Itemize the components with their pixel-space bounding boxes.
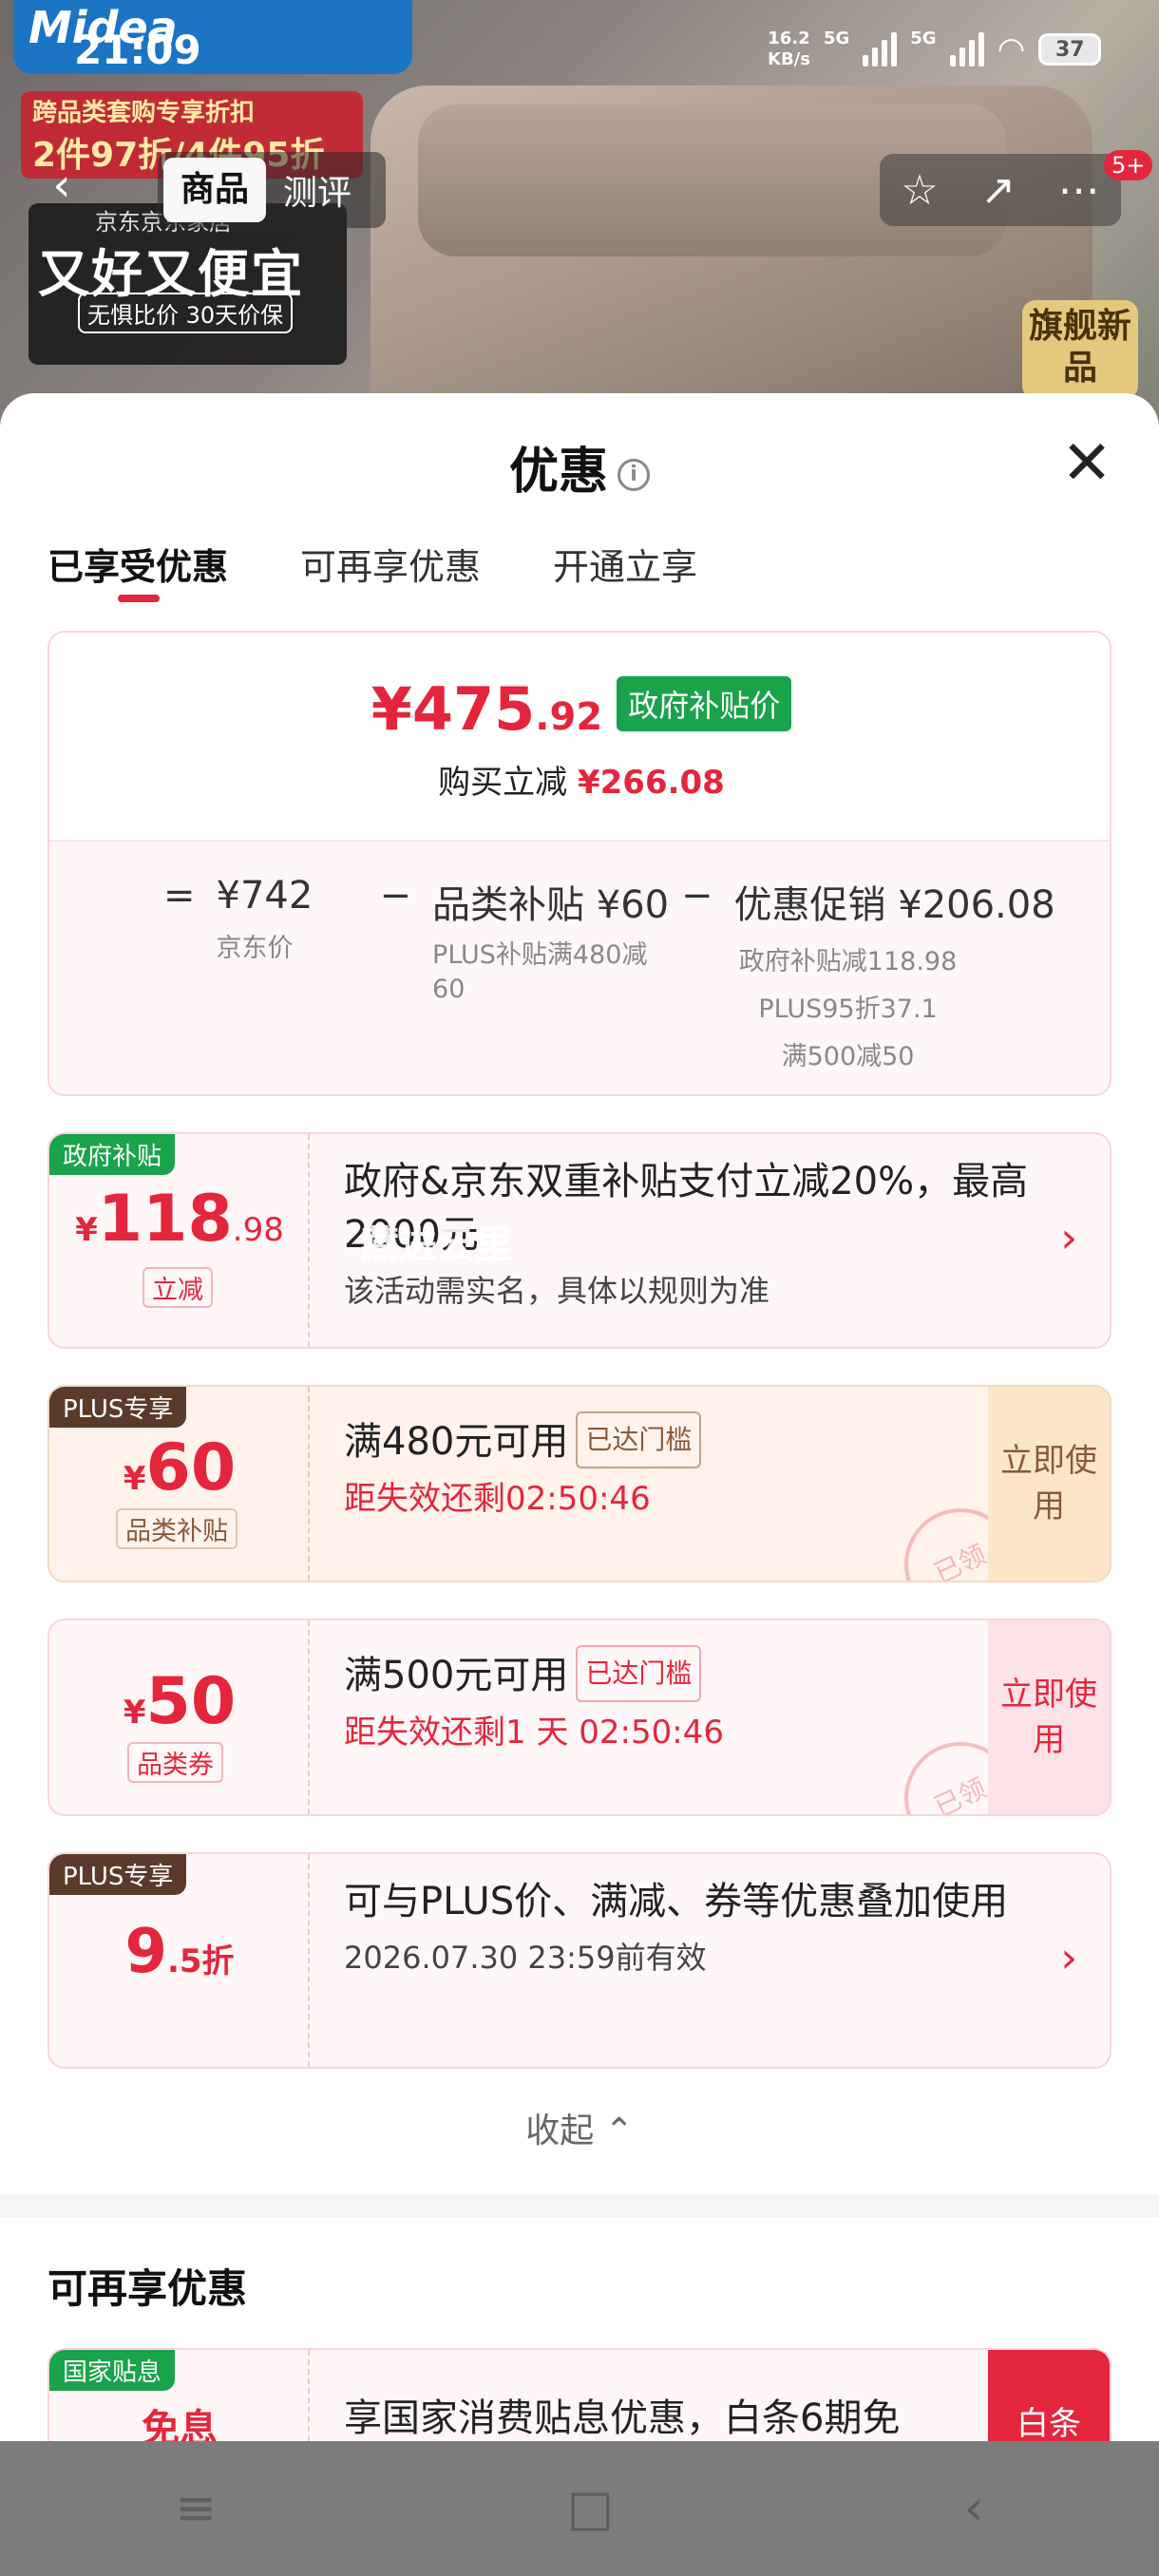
promo-line-1: 跨品类套购专享折扣 (32, 99, 256, 127)
discount-sheet: 优惠 i ✕ 已享受优惠 可再享优惠 开通立享 ¥475.92 政府补贴价 购买立… (0, 393, 1159, 2576)
coupon-left: PLUS专享 ¥60 品类补贴 (49, 1387, 310, 1581)
coupon-type-label: 品类券 (127, 1742, 223, 1783)
nav-actions: ☆ ↗ ⋯ (880, 154, 1121, 226)
category-subsidy-desc: PLUS补贴满480减60 (432, 940, 648, 1004)
coupon-tag: PLUS专享 (49, 1854, 187, 1895)
chevron-right-icon[interactable]: › (1060, 1934, 1077, 1982)
tab-more-available[interactable]: 可再享优惠 (300, 538, 481, 590)
coupon-type-label: 品类补贴 (116, 1508, 238, 1549)
promotion-desc-full: 满500减50 (781, 1042, 915, 1071)
product-nav-tabs: 商品 测评 (158, 152, 386, 228)
coupon-gov-subsidy[interactable]: 政府补贴 ¥118.98 立减 政府&京东双重补贴支付立减20%，最高2000元… (48, 1132, 1112, 1349)
discount-tabs: 已享受优惠 可再享优惠 开通立享 (48, 538, 697, 602)
message-badge: 5+ (1104, 150, 1153, 180)
watermark: 藏进云里 (361, 1223, 513, 1267)
coupon-title: 可与PLUS价、满减、券等优惠叠加使用 (344, 1880, 1009, 1923)
info-icon[interactable]: i (618, 459, 650, 491)
equals-sign: = (163, 874, 196, 918)
coupon-left: PLUS专享 9.5折 (49, 1854, 310, 2067)
tab-enjoyed[interactable]: 已享受优惠 (48, 538, 228, 602)
coupon-body: 可与PLUS价、满减、券等优惠叠加使用 2026.07.30 23:59前有效 (344, 1875, 1047, 1978)
coupon-left: ¥50 品类券 (49, 1620, 310, 1814)
back-icon[interactable]: ‹ (28, 152, 95, 218)
status-icons: 16.2 KB/s 5G 5G ◠ 37 (768, 28, 1102, 70)
coupon-desc: 该活动需实名，具体以规则为准 (344, 1273, 770, 1309)
coupon-body: 享国家消费贴息优惠，白条6期免 (344, 2392, 1047, 2445)
coupon-category[interactable]: ¥50 品类券 满500元可用 已达门槛 距失效还剩1 天 02:50:46 已领… (48, 1619, 1112, 1816)
more-icon[interactable]: ⋯ (1058, 166, 1100, 215)
coupon-tag: 政府补贴 (49, 1134, 176, 1175)
sim1-label: 5G (823, 28, 850, 48)
use-now-button[interactable]: 立即使用 (988, 1387, 1110, 1581)
battery-icon: 37 (1038, 33, 1102, 66)
minus-sign-2: − (681, 874, 713, 918)
coupon-validity: 2026.07.30 23:59前有效 (344, 1940, 707, 1976)
coupon-type-label: 立减 (142, 1267, 213, 1308)
section-divider (0, 2194, 1159, 2217)
flagship-badge: 旗舰新品 (1022, 300, 1138, 399)
coupon-amount: ¥50 (123, 1664, 237, 1739)
price-formula: = ¥742 京东价 − 品类补贴 ¥60 PLUS补贴满480减60 − 优惠… (163, 874, 1055, 1081)
coupon-body: 满500元可用 已达门槛 距失效还剩1 天 02:50:46 (344, 1645, 1047, 1752)
back-nav-icon[interactable]: ‹ (964, 2480, 984, 2537)
coupon-amount: ¥118.98 (75, 1182, 284, 1257)
collapse-button[interactable]: 收起 ⌃ (0, 2103, 1159, 2152)
signal-icon (863, 32, 898, 66)
home-icon[interactable]: □ (567, 2480, 614, 2537)
threshold-tag: 已达门槛 (576, 1411, 702, 1468)
final-price: ¥475.92 政府补贴价 (49, 674, 1110, 744)
system-nav-bar: ≡ □ ‹ (0, 2441, 1159, 2576)
menu-icon[interactable]: ≡ (175, 2480, 217, 2537)
tab-review[interactable]: 测评 (266, 165, 369, 215)
coupon-title: 满500元可用 (344, 1654, 569, 1697)
jd-price-label: 京东价 (216, 934, 294, 963)
promotion-total: 优惠促销 ¥206.08 (733, 883, 1055, 927)
tab-activate[interactable]: 开通立享 (553, 538, 697, 590)
jd-price: ¥742 (216, 874, 314, 918)
coupon-title: 满480元可用 (344, 1420, 569, 1464)
close-icon[interactable]: ✕ (1056, 433, 1117, 496)
chevron-right-icon[interactable]: › (1060, 1214, 1077, 1262)
gov-subsidy-price-tag: 政府补贴价 (617, 676, 792, 731)
sheet-title: 优惠 i (0, 431, 1159, 502)
signal-icon-2 (949, 32, 984, 66)
share-icon[interactable]: ↗ (980, 166, 1016, 215)
coupon-tag: 国家贴息 (49, 2350, 176, 2391)
coupon-title: 享国家消费贴息优惠，白条6期免 (344, 2396, 901, 2440)
coupon-plus-discount[interactable]: PLUS专享 9.5折 可与PLUS价、满减、券等优惠叠加使用 2026.07.… (48, 1852, 1112, 2069)
coupon-discount: 9.5折 (124, 1917, 235, 1987)
promotion-desc-gov: 政府补贴减118.98 (738, 947, 958, 976)
threshold-tag: 已达门槛 (576, 1645, 702, 1702)
coupon-body: 满480元可用 已达门槛 距失效还剩02:50:46 (344, 1411, 1047, 1519)
category-subsidy: 品类补贴 ¥60 (432, 883, 670, 927)
status-time: 21:09 (74, 27, 201, 73)
reduce-amount: 购买立减 ¥266.08 (438, 764, 725, 802)
sim2-label: 5G (910, 28, 937, 48)
coupon-tag: PLUS专享 (49, 1387, 187, 1428)
tab-product[interactable]: 商品 (163, 158, 267, 222)
price-summary-card: ¥475.92 政府补贴价 购买立减 ¥266.08 = ¥742 京东价 − … (48, 631, 1112, 1096)
coupon-plus-category[interactable]: PLUS专享 ¥60 品类补贴 满480元可用 已达门槛 距失效还剩02:50:4… (48, 1385, 1112, 1582)
net-speed: 16.2 KB/s (768, 28, 810, 69)
promotion-desc-plus: PLUS95折37.1 (758, 994, 938, 1024)
wifi-icon: ◠ (997, 30, 1026, 68)
minus-sign: − (379, 874, 412, 918)
coupon-amount: ¥60 (123, 1430, 237, 1506)
promo-black-sub: 无惧比价 30天价保 (78, 293, 294, 333)
star-icon[interactable]: ☆ (901, 166, 938, 215)
use-now-button[interactable]: 立即使用 (988, 1620, 1110, 1814)
coupon-left: 政府补贴 ¥118.98 立减 (49, 1134, 310, 1347)
more-discounts-title: 可再享优惠 (48, 2265, 248, 2312)
